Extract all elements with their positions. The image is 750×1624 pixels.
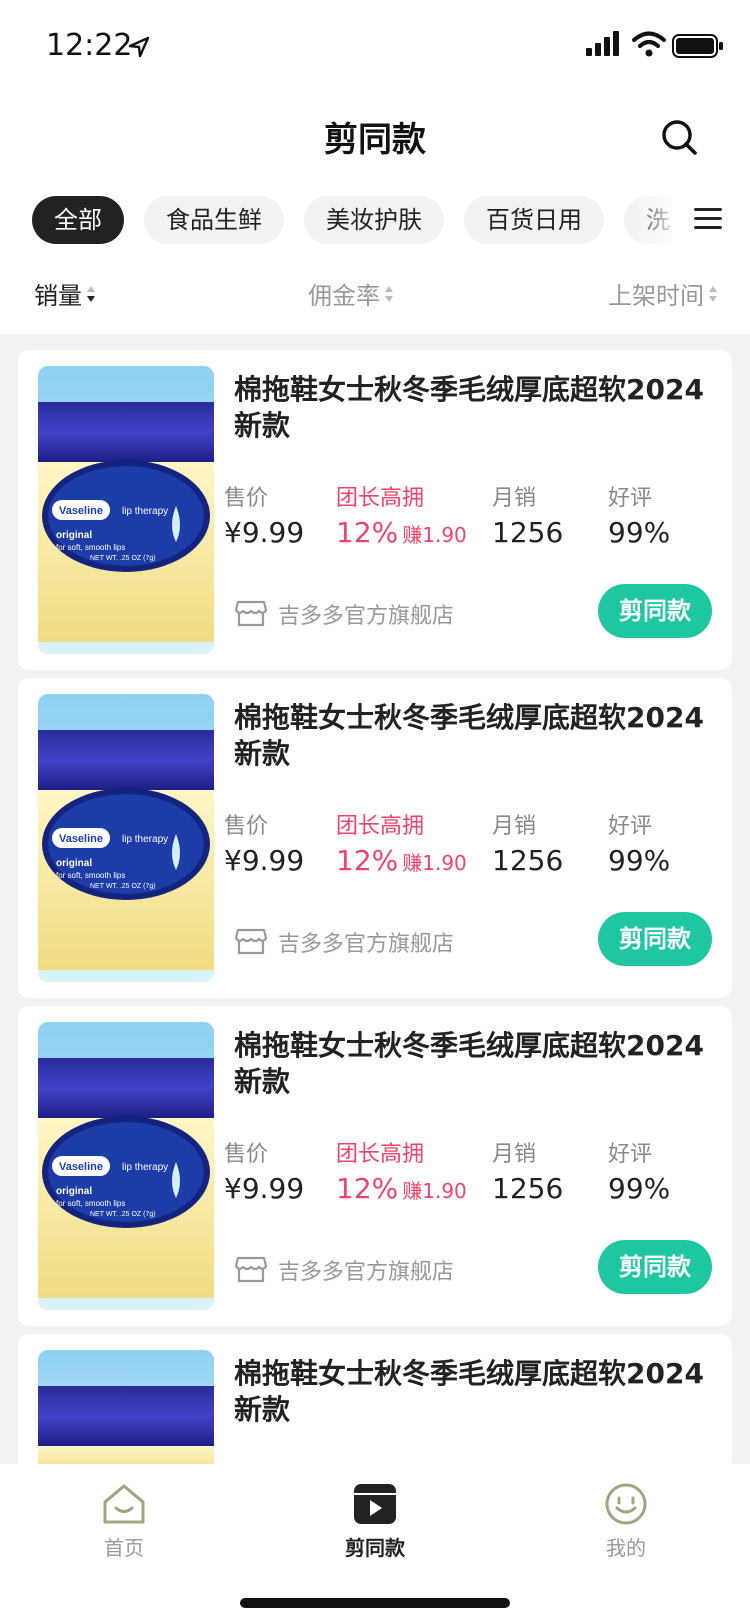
commission-rate: 12% <box>336 1172 399 1205</box>
battery-icon <box>672 34 723 58</box>
category-chip-beauty[interactable]: 美妆护肤 <box>304 196 444 244</box>
rating-value: 99% <box>608 844 671 877</box>
product-image-line: lip therapy <box>122 506 168 517</box>
commission-value: 12% 赚1.90 <box>336 844 467 877</box>
product-image[interactable] <box>38 1350 214 1474</box>
product-image-desc: for soft, smooth lips <box>56 543 125 552</box>
home-icon <box>103 1484 145 1524</box>
product-title[interactable]: 棉拖鞋女士秋冬季毛绒厚底超软2024新款 <box>234 1356 704 1428</box>
product-image-brand: Vaseline <box>59 505 103 517</box>
sort-by-listing-time[interactable]: 上架时间 <box>608 276 718 311</box>
product-image-line: lip therapy <box>122 1162 168 1173</box>
chips-fade-overlay <box>630 196 700 244</box>
price-value: ¥9.99 <box>224 1172 305 1205</box>
tab-cut-same-style[interactable]: 剪同款 <box>315 1482 435 1561</box>
cut-same-style-button[interactable]: 剪同款 <box>598 912 712 966</box>
store-icon <box>234 1256 268 1283</box>
store-icon <box>234 600 268 627</box>
product-card[interactable]: Vaseline lip therapy original for soft, … <box>18 350 732 670</box>
tab-home-label: 首页 <box>104 1536 144 1560</box>
tab-cut-same-style-label: 剪同款 <box>345 1536 405 1560</box>
product-image-desc: for soft, smooth lips <box>56 1199 125 1208</box>
monthly-sales-label: 月销 <box>492 486 537 511</box>
store-name[interactable]: 吉多多官方旗舰店 <box>278 926 454 958</box>
monthly-sales-value: 1256 <box>492 516 564 549</box>
category-chip-all[interactable]: 全部 <box>32 196 124 244</box>
sort-by-sales[interactable]: 销量 <box>34 276 96 311</box>
monthly-sales-value: 1256 <box>492 844 564 877</box>
commission-label: 团长高拥 <box>336 486 425 511</box>
store-icon <box>234 928 268 955</box>
wifi-icon <box>632 31 666 57</box>
tab-me[interactable]: 我的 <box>566 1482 686 1561</box>
product-image-variant: original <box>56 530 92 541</box>
commission-value: 12% 赚1.90 <box>336 516 467 549</box>
product-image-variant: original <box>56 858 92 869</box>
commission-value: 12% 赚1.90 <box>336 1172 467 1205</box>
monthly-sales-value: 1256 <box>492 1172 564 1205</box>
home-indicator <box>240 1598 510 1608</box>
product-image-line: lip therapy <box>122 834 168 845</box>
store-name[interactable]: 吉多多官方旗舰店 <box>278 598 454 630</box>
category-tabs: 全部食品生鲜美妆护肤百货日用洗 <box>32 196 672 244</box>
page-title: 剪同款 <box>324 120 426 160</box>
earn-amount: 赚1.90 <box>402 523 467 547</box>
product-image[interactable]: Vaseline lip therapy original for soft, … <box>38 366 214 654</box>
product-image-net: NET WT. .25 OZ (7g) <box>90 883 156 890</box>
category-chip-daily[interactable]: 百货日用 <box>464 196 604 244</box>
cellular-signal-icon <box>586 31 619 56</box>
commission-rate: 12% <box>336 516 399 549</box>
category-menu-icon[interactable] <box>694 206 722 232</box>
category-chip-food[interactable]: 食品生鲜 <box>144 196 284 244</box>
commission-label: 团长高拥 <box>336 1142 425 1167</box>
product-image-net: NET WT. .25 OZ (7g) <box>90 1211 156 1218</box>
price-value: ¥9.99 <box>224 844 305 877</box>
product-image-brand: Vaseline <box>59 833 103 845</box>
price-label: 售价 <box>224 1142 269 1167</box>
monthly-sales-label: 月销 <box>492 814 537 839</box>
commission-label: 团长高拥 <box>336 814 425 839</box>
earn-amount: 赚1.90 <box>402 851 467 875</box>
rating-label: 好评 <box>608 486 653 511</box>
sort-arrows-icon <box>385 285 393 302</box>
monthly-sales-label: 月销 <box>492 1142 537 1167</box>
product-card[interactable]: 棉拖鞋女士秋冬季毛绒厚底超软2024新款 <box>18 1334 732 1474</box>
product-title[interactable]: 棉拖鞋女士秋冬季毛绒厚底超软2024新款 <box>234 372 704 444</box>
price-value: ¥9.99 <box>224 516 305 549</box>
cut-same-style-button[interactable]: 剪同款 <box>598 584 712 638</box>
price-label: 售价 <box>224 814 269 839</box>
status-time: 12:22 <box>46 28 133 63</box>
price-label: 售价 <box>224 486 269 511</box>
sort-arrows-icon <box>709 285 717 302</box>
product-image[interactable]: Vaseline lip therapy original for soft, … <box>38 694 214 982</box>
commission-rate: 12% <box>336 844 399 877</box>
video-play-icon <box>354 1484 396 1524</box>
product-image[interactable]: Vaseline lip therapy original for soft, … <box>38 1022 214 1310</box>
product-image-variant: original <box>56 1186 92 1197</box>
product-title[interactable]: 棉拖鞋女士秋冬季毛绒厚底超软2024新款 <box>234 700 704 772</box>
product-image-net: NET WT. .25 OZ (7g) <box>90 555 156 562</box>
cut-same-style-button[interactable]: 剪同款 <box>598 1240 712 1294</box>
search-icon[interactable] <box>660 118 698 156</box>
sort-by-commission-rate[interactable]: 佣金率 <box>308 276 394 311</box>
sort-sales-label: 销量 <box>34 282 82 310</box>
rating-label: 好评 <box>608 814 653 839</box>
sort-arrows-icon <box>87 285 95 302</box>
earn-amount: 赚1.90 <box>402 1179 467 1203</box>
smiley-icon <box>605 1483 647 1525</box>
sort-time-label: 上架时间 <box>608 282 704 310</box>
store-name[interactable]: 吉多多官方旗舰店 <box>278 1254 454 1286</box>
product-image-brand: Vaseline <box>59 1161 103 1173</box>
tab-home[interactable]: 首页 <box>64 1482 184 1561</box>
product-image-desc: for soft, smooth lips <box>56 871 125 880</box>
product-card[interactable]: Vaseline lip therapy original for soft, … <box>18 1006 732 1326</box>
rating-value: 99% <box>608 1172 671 1205</box>
rating-label: 好评 <box>608 1142 653 1167</box>
tab-me-label: 我的 <box>606 1536 646 1560</box>
location-arrow-icon <box>128 36 150 58</box>
rating-value: 99% <box>608 516 671 549</box>
product-title[interactable]: 棉拖鞋女士秋冬季毛绒厚底超软2024新款 <box>234 1028 704 1100</box>
product-card[interactable]: Vaseline lip therapy original for soft, … <box>18 678 732 998</box>
sort-rate-label: 佣金率 <box>308 282 380 310</box>
